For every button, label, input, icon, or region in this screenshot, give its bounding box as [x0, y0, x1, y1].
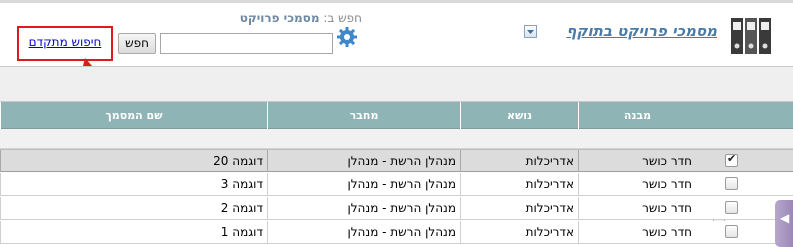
cell-structure: חדר כושר	[578, 197, 696, 219]
cell-subject: אדריכלות	[460, 221, 578, 243]
cell-structure: חדר כושר	[578, 150, 696, 172]
table-row[interactable]: דוגמה 3 מנהלן הרשת - מנהלן אדריכלות חדר …	[0, 173, 793, 196]
cell-author: מנהלן הרשת - מנהלן	[267, 150, 460, 172]
cell-author: מנהלן הרשת - מנהלן	[267, 173, 460, 195]
grid-toolbar	[0, 66, 793, 102]
cell-subject: אדריכלות	[460, 150, 578, 172]
gear-icon[interactable]	[336, 26, 358, 48]
cell-subject: אדריכלות	[460, 173, 578, 195]
cell-name[interactable]: דוגמה 2	[0, 197, 267, 219]
search-button[interactable]: חפש	[118, 33, 156, 54]
column-header-author[interactable]: מחבר	[267, 102, 460, 129]
cell-subject: אדריכלות	[460, 197, 578, 219]
cell-author: מנהלן הרשת - מנהלן	[267, 221, 460, 243]
binders-icon[interactable]	[730, 16, 774, 56]
side-panel-toggle[interactable]: ◀	[775, 200, 793, 247]
table-header: שם המסמך מחבר נושא מבנה	[0, 102, 793, 223]
cell-name[interactable]: דוגמה 3	[0, 173, 267, 195]
cell-name[interactable]: דוגמה 20	[0, 150, 267, 172]
cell-structure: חדר כושר	[578, 221, 696, 243]
advanced-search-link[interactable]: חיפוש מתקדם	[19, 35, 111, 49]
search-by-value[interactable]: מסמכי פרויקט	[240, 11, 320, 25]
search-by-label: חפש ב:	[323, 11, 362, 25]
row-checkbox[interactable]	[725, 152, 738, 167]
table-row[interactable]: דוגמה 2 מנהלן הרשת - מנהלן אדריכלות חדר …	[0, 197, 793, 220]
table-row[interactable]: דוגמה 1 מנהלן הרשת - מנהלן אדריכלות חדר …	[0, 221, 793, 244]
cell-structure: חדר כושר	[578, 173, 696, 195]
row-checkbox[interactable]	[725, 201, 738, 214]
cell-author: מנהלן הרשת - מנהלן	[267, 197, 460, 219]
search-input[interactable]	[160, 33, 333, 54]
search-scope: חפש ב: מסמכי פרויקט	[200, 11, 362, 25]
table-row[interactable]: דוגמה 20 מנהלן הרשת - מנהלן אדריכלות חדר…	[0, 149, 793, 172]
top-border	[0, 0, 793, 3]
column-header-subject[interactable]: נושא	[460, 102, 578, 129]
row-checkbox[interactable]	[725, 177, 738, 190]
column-header-name[interactable]: שם המסמך	[0, 102, 267, 129]
page: מסמכי פרויקט בתוקף חפש ב: מסמכי פרויקט ח…	[0, 0, 793, 247]
chevron-left-icon: ◀	[780, 211, 790, 225]
page-title[interactable]: מסמכי פרויקט בתוקף	[566, 22, 717, 40]
cell-name[interactable]: דוגמה 1	[0, 221, 267, 243]
row-checkbox[interactable]	[725, 225, 738, 238]
table-filter-row	[0, 129, 793, 149]
column-header-structure[interactable]: מבנה	[578, 102, 696, 129]
chevron-down-icon[interactable]	[524, 25, 537, 38]
